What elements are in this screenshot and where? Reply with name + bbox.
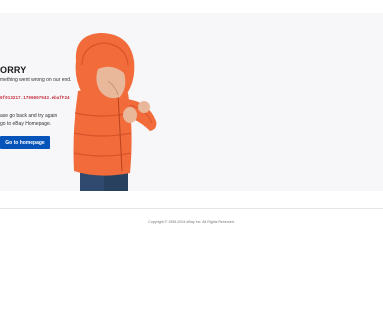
footer-divider [0, 208, 383, 209]
error-title: ORRY [0, 65, 27, 75]
error-note-line-2: go to eBay Homepage. [0, 121, 52, 127]
error-message: mething went wrong on our end. [0, 77, 72, 83]
error-note-line-1: ase go back and try again [0, 113, 58, 119]
copyright-text: Copyright © 1995-2024 eBay Inc. All Righ… [148, 220, 235, 224]
error-id: 0f013217.1706007943.ebafF24 [0, 96, 70, 101]
child-in-orange-jacket-illustration [73, 33, 157, 191]
error-note: ase go back and try again go to eBay Hom… [0, 112, 57, 128]
go-to-homepage-button[interactable]: Go to homepage [0, 136, 50, 149]
error-panel: ORRY mething went wrong on our end. 0f01… [0, 13, 383, 191]
